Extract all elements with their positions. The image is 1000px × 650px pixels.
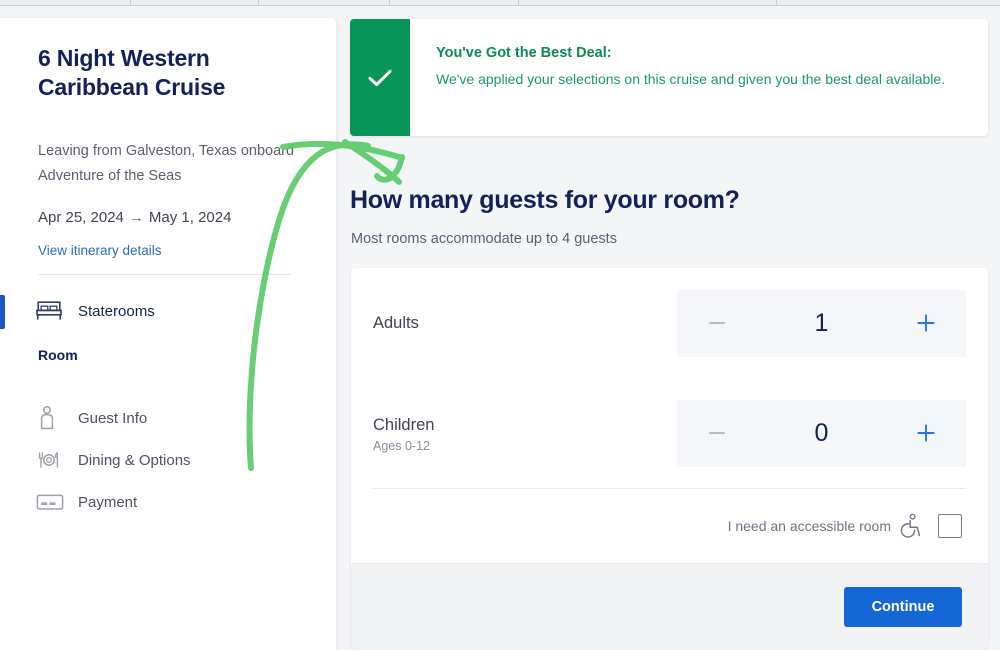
cutlery-icon bbox=[36, 449, 68, 471]
sidebar-item-label: Payment bbox=[78, 493, 138, 511]
view-itinerary-link[interactable]: View itinerary details bbox=[38, 243, 162, 258]
guest-row-labels: Children Ages 0-12 bbox=[373, 414, 677, 453]
sidebar-subitem-room[interactable]: Room bbox=[38, 347, 78, 363]
adults-stepper[interactable]: 1 bbox=[677, 289, 966, 357]
page-title: 6 Night Western Caribbean Cruise bbox=[38, 45, 226, 100]
sidebar-nav-secondary: Guest Info Dining & Options Payment bbox=[0, 397, 336, 523]
sidebar-item-label: Dining & Options bbox=[78, 451, 191, 469]
main-content: You've Got the Best Deal: We've applied … bbox=[350, 6, 1000, 650]
check-icon bbox=[350, 19, 410, 136]
wheelchair-icon bbox=[900, 513, 924, 539]
guest-type-label: Adults bbox=[373, 314, 419, 332]
adults-increment-button[interactable] bbox=[886, 290, 966, 357]
sidebar-divider bbox=[38, 274, 291, 275]
best-deal-title: You've Got the Best Deal: bbox=[436, 45, 612, 61]
sidebar-item-label: Guest Info bbox=[78, 409, 148, 427]
arrow-right-icon: → bbox=[128, 209, 144, 226]
adults-decrement-button[interactable] bbox=[677, 290, 757, 357]
guests-subheading: Most rooms accommodate up to 4 guests bbox=[351, 231, 617, 247]
guest-row-children: Children Ages 0-12 0 bbox=[373, 378, 966, 488]
sidebar-item-dining-options[interactable]: Dining & Options bbox=[0, 439, 336, 481]
person-icon bbox=[36, 405, 68, 431]
trip-dates: Apr 25, 2024 → May 1, 2024 bbox=[38, 209, 231, 226]
guests-heading: How many guests for your room? bbox=[350, 186, 740, 214]
guest-type-label: Children bbox=[373, 415, 435, 434]
sidebar-item-staterooms[interactable]: Staterooms bbox=[0, 290, 336, 332]
guest-row-labels: Adults bbox=[373, 312, 677, 334]
sidebar-item-guest-info[interactable]: Guest Info bbox=[0, 397, 336, 439]
guest-row-adults: Adults 1 bbox=[373, 268, 966, 378]
children-decrement-button[interactable] bbox=[677, 400, 757, 467]
best-deal-banner: You've Got the Best Deal: We've applied … bbox=[350, 19, 988, 136]
return-date: May 1, 2024 bbox=[148, 209, 232, 226]
accessible-room-row: I need an accessible room bbox=[373, 489, 966, 563]
page-root: 6 Night Western Caribbean Cruise Leaving… bbox=[0, 6, 1000, 650]
accessible-room-label: I need an accessible room bbox=[727, 518, 891, 534]
continue-button[interactable]: Continue bbox=[844, 586, 962, 627]
children-stepper[interactable]: 0 bbox=[677, 399, 966, 467]
trip-summary-sidebar: 6 Night Western Caribbean Cruise Leaving… bbox=[0, 18, 336, 650]
sidebar-item-label: Staterooms bbox=[78, 302, 155, 320]
best-deal-body: We've applied your selections on this cr… bbox=[436, 71, 946, 87]
sidebar-item-payment[interactable]: Payment bbox=[0, 481, 336, 523]
guests-card-footer: Continue bbox=[351, 563, 988, 649]
children-value: 0 bbox=[814, 418, 829, 447]
credit-card-icon bbox=[36, 492, 68, 512]
sidebar-nav-primary: Staterooms bbox=[0, 290, 336, 332]
active-indicator-bar bbox=[0, 295, 5, 329]
adults-value: 1 bbox=[814, 308, 829, 337]
bed-icon bbox=[36, 300, 68, 322]
children-increment-button[interactable] bbox=[886, 400, 966, 467]
trip-origin-text: Leaving from Galveston, Texas onboard Ad… bbox=[38, 143, 295, 184]
best-deal-text: You've Got the Best Deal: We've applied … bbox=[410, 19, 988, 136]
guests-card: Adults 1 Children Ages 0-12 0 I need an … bbox=[351, 268, 988, 649]
depart-date: Apr 25, 2024 bbox=[38, 209, 124, 226]
guests-card-body: Adults 1 Children Ages 0-12 0 I need an … bbox=[351, 268, 988, 563]
guest-age-range: Ages 0-12 bbox=[373, 438, 430, 453]
accessible-room-checkbox[interactable] bbox=[938, 514, 962, 538]
